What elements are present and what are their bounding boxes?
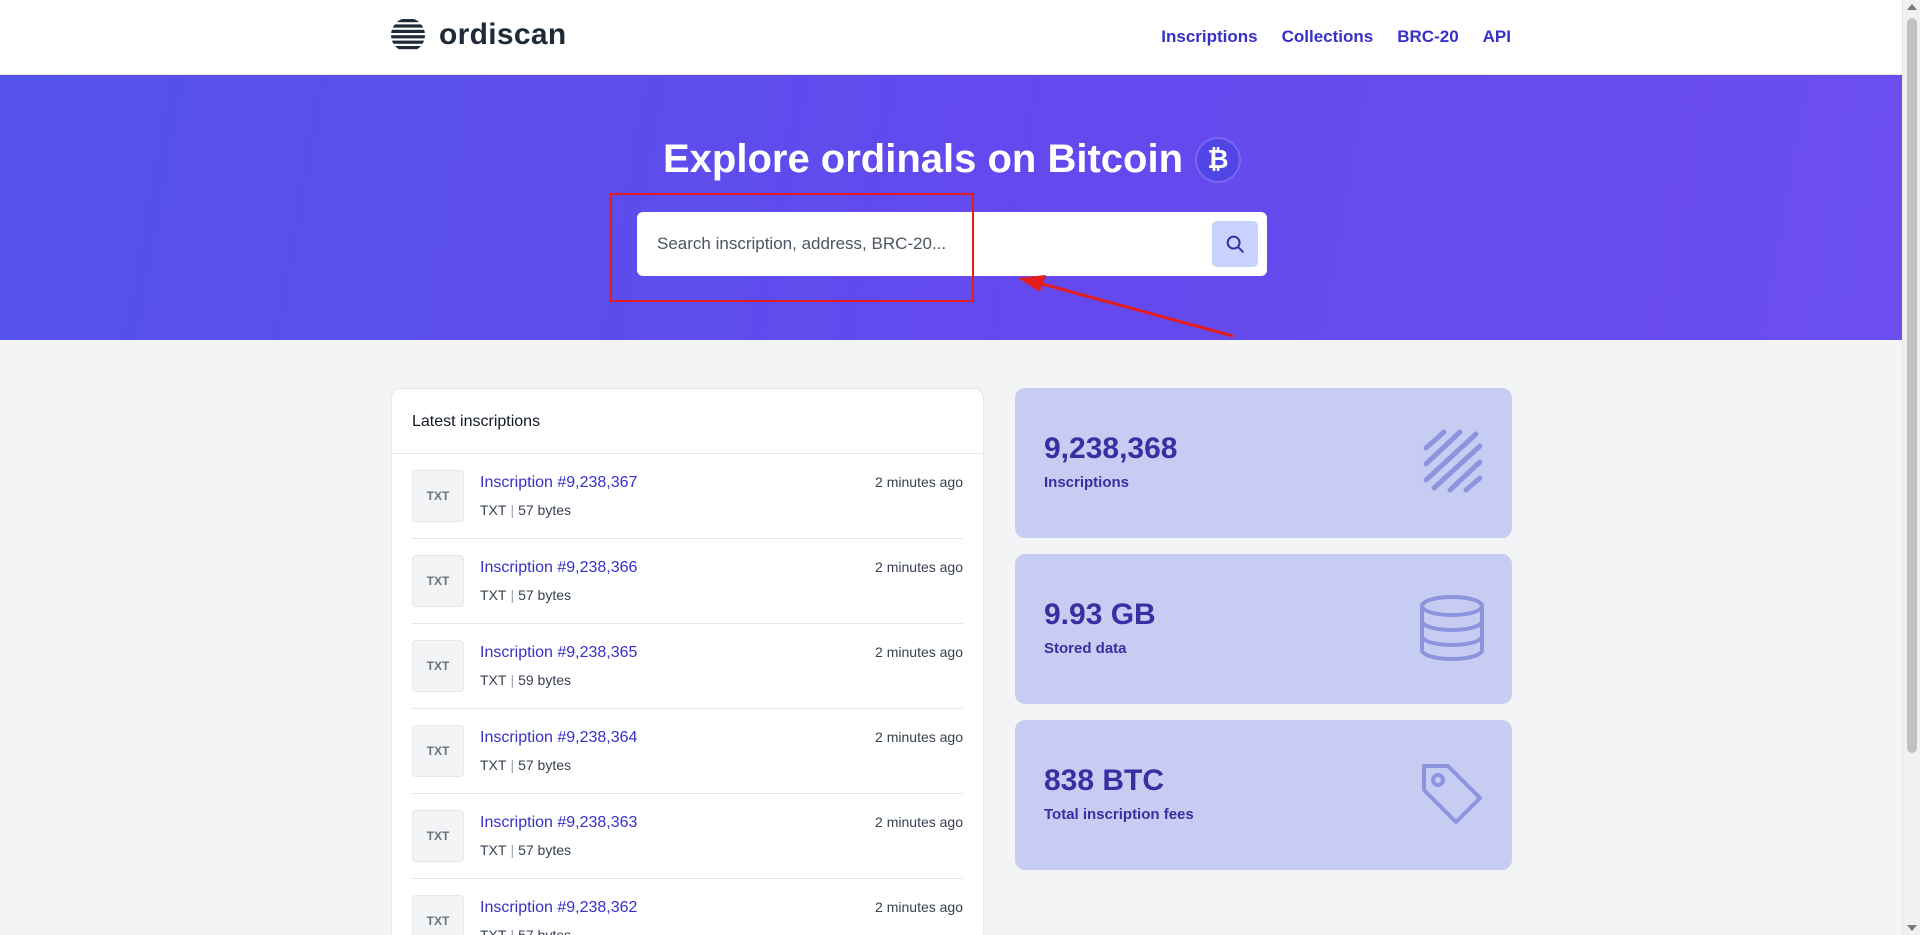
inscription-meta: TXT | 59 bytes — [480, 672, 571, 688]
inscription-link[interactable]: Inscription #9,238,363 — [480, 814, 637, 832]
meta-separator: | — [510, 672, 515, 688]
scroll-down-arrow-icon[interactable] — [1907, 925, 1917, 931]
meta-separator: | — [510, 587, 515, 603]
bitcoin-icon: ₿ — [1197, 138, 1240, 181]
inscription-link[interactable]: Inscription #9,238,365 — [480, 644, 637, 662]
meta-separator: | — [510, 757, 515, 773]
inscription-list: TXT Inscription #9,238,367 TXT | 57 bytes … — [392, 454, 983, 935]
scribble-icon — [1423, 429, 1483, 493]
search-box — [637, 212, 1267, 276]
brand-name: ordiscan — [439, 18, 567, 51]
list-item[interactable]: TXT Inscription #9,238,366 TXT | 57 bytes … — [412, 539, 963, 624]
inscription-thumbnail[interactable]: TXT — [412, 640, 464, 692]
scrollbar-thumb[interactable] — [1907, 18, 1917, 753]
stat-card-inscriptions: 9,238,368 Inscriptions — [1015, 388, 1512, 538]
list-item[interactable]: TXT Inscription #9,238,365 TXT | 59 bytes … — [412, 624, 963, 709]
top-navbar: ordiscan Inscriptions Collections BRC-20… — [0, 0, 1902, 75]
content-size: 57 bytes — [518, 927, 572, 935]
inscription-time: 2 minutes ago — [875, 474, 963, 490]
scroll-up-arrow-icon[interactable] — [1907, 4, 1917, 10]
stat-value: 9,238,368 — [1044, 432, 1178, 465]
inscription-link[interactable]: Inscription #9,238,367 — [480, 474, 637, 492]
stat-value: 838 BTC — [1044, 764, 1165, 797]
inscription-time: 2 minutes ago — [875, 729, 963, 745]
inscription-thumbnail[interactable]: TXT — [412, 470, 464, 522]
inscription-link[interactable]: Inscription #9,238,364 — [480, 729, 637, 747]
ordiscan-logo-icon — [391, 19, 425, 50]
meta-separator: | — [510, 502, 515, 518]
list-item[interactable]: TXT Inscription #9,238,367 TXT | 57 bytes … — [412, 454, 963, 539]
hero-title-row: Explore ordinals on Bitcoin ₿ — [0, 137, 1902, 182]
page-scrollbar[interactable] — [1902, 0, 1920, 935]
card-title: Latest inscriptions — [392, 389, 983, 454]
inscription-thumbnail[interactable]: TXT — [412, 895, 464, 935]
content-size: 59 bytes — [518, 672, 572, 688]
inscription-meta: TXT | 57 bytes — [480, 757, 571, 773]
meta-separator: | — [510, 927, 515, 935]
stat-label: Total inscription fees — [1044, 806, 1194, 823]
inscription-time: 2 minutes ago — [875, 559, 963, 575]
nav-collections[interactable]: Collections — [1282, 27, 1374, 47]
stat-value: 9.93 GB — [1044, 598, 1156, 631]
inscription-thumbnail[interactable]: TXT — [412, 810, 464, 862]
latest-inscriptions-card: Latest inscriptions TXT Inscription #9,2… — [391, 388, 984, 935]
search-input[interactable] — [637, 212, 1207, 276]
inscription-thumbnail[interactable]: TXT — [412, 555, 464, 607]
content-size: 57 bytes — [518, 842, 572, 858]
content-type: TXT — [480, 842, 507, 858]
content-type: TXT — [480, 672, 507, 688]
tag-icon — [1422, 764, 1482, 824]
list-item[interactable]: TXT Inscription #9,238,363 TXT | 57 bytes … — [412, 794, 963, 879]
stat-label: Stored data — [1044, 640, 1127, 657]
list-item[interactable]: TXT Inscription #9,238,362 TXT | 57 bytes … — [412, 879, 963, 935]
inscription-meta: TXT | 57 bytes — [480, 502, 571, 518]
nav-brc20[interactable]: BRC-20 — [1397, 27, 1458, 47]
list-item[interactable]: TXT Inscription #9,238,364 TXT | 57 bytes … — [412, 709, 963, 794]
meta-separator: | — [510, 842, 515, 858]
stat-card-fees: 838 BTC Total inscription fees — [1015, 720, 1512, 870]
stat-card-stored-data: 9.93 GB Stored data — [1015, 554, 1512, 704]
content-type: TXT — [480, 757, 507, 773]
inscription-meta: TXT | 57 bytes — [480, 927, 571, 935]
inscription-meta: TXT | 57 bytes — [480, 842, 571, 858]
inscription-link[interactable]: Inscription #9,238,366 — [480, 559, 637, 577]
stat-label: Inscriptions — [1044, 474, 1130, 491]
content-size: 57 bytes — [518, 587, 572, 603]
hero-title: Explore ordinals on Bitcoin — [662, 137, 1184, 181]
nav-inscriptions[interactable]: Inscriptions — [1161, 27, 1257, 47]
content-type: TXT — [480, 927, 507, 935]
content-type: TXT — [480, 587, 507, 603]
search-button[interactable] — [1212, 221, 1258, 267]
content-type: TXT — [480, 502, 507, 518]
inscription-time: 2 minutes ago — [875, 899, 963, 915]
search-icon — [1226, 235, 1244, 253]
database-icon — [1420, 595, 1484, 662]
inscription-time: 2 minutes ago — [875, 814, 963, 830]
brand-logo[interactable]: ordiscan — [391, 18, 566, 52]
content-size: 57 bytes — [518, 757, 572, 773]
inscription-time: 2 minutes ago — [875, 644, 963, 660]
hero-banner: Explore ordinals on Bitcoin ₿ — [0, 75, 1902, 340]
nav-api[interactable]: API — [1483, 27, 1511, 47]
main-nav: Inscriptions Collections BRC-20 API — [1161, 27, 1511, 47]
inscription-thumbnail[interactable]: TXT — [412, 725, 464, 777]
inscription-link[interactable]: Inscription #9,238,362 — [480, 899, 637, 917]
inscription-meta: TXT | 57 bytes — [480, 587, 571, 603]
content-size: 57 bytes — [518, 502, 572, 518]
